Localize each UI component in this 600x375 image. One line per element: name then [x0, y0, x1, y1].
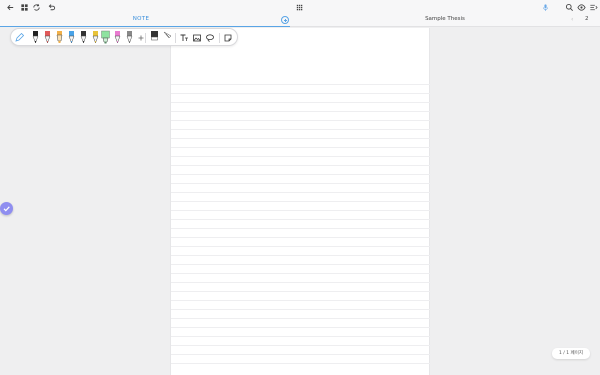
divider	[145, 33, 146, 43]
pen-black-2-tool[interactable]	[79, 30, 88, 45]
marker-yellow-tool[interactable]	[91, 30, 100, 45]
image-tool-icon[interactable]	[192, 33, 202, 43]
lasso-select-icon[interactable]	[205, 33, 215, 43]
eraser-tool[interactable]	[150, 30, 159, 45]
tab-document[interactable]: Sample Thesis ‹ 2	[290, 14, 600, 27]
floating-check-button[interactable]	[0, 202, 13, 215]
back-arrow-icon[interactable]	[5, 2, 15, 12]
divider	[175, 33, 176, 43]
chevron-left-icon[interactable]: ‹	[571, 16, 573, 23]
tab-note[interactable]: NOTE	[0, 14, 290, 27]
pen-red-tool[interactable]	[43, 30, 52, 45]
document-title: Sample Thesis	[425, 16, 465, 22]
page-indicator: 1 / 1 페이지	[552, 348, 590, 359]
pen-mode-icon[interactable]	[14, 33, 24, 43]
undo-icon[interactable]	[46, 2, 56, 12]
apps-icon[interactable]	[294, 2, 304, 12]
tab-note-label: NOTE	[132, 16, 150, 22]
highlighter-orange-tool[interactable]	[55, 30, 64, 45]
pen-black-tool[interactable]	[31, 30, 40, 45]
marker-blue-tool[interactable]	[67, 30, 76, 45]
tool-palette	[10, 28, 238, 46]
document-page-number: 2	[585, 16, 589, 22]
lasso-eraser-tool[interactable]	[163, 30, 172, 45]
mic-icon[interactable]	[540, 2, 550, 12]
search-icon[interactable]	[564, 2, 574, 12]
top-app-bar	[0, 0, 600, 14]
ruled-lines	[171, 76, 431, 375]
pen-gray-tool[interactable]	[125, 30, 134, 45]
sticky-note-icon[interactable]	[223, 33, 233, 43]
text-tool-icon[interactable]	[179, 33, 189, 43]
note-page[interactable]	[170, 28, 431, 375]
eye-icon[interactable]	[576, 2, 586, 12]
divider	[219, 33, 220, 43]
highlighter-green-tool[interactable]	[101, 30, 110, 45]
grid-icon[interactable]	[19, 2, 29, 12]
menu-icon[interactable]	[588, 2, 598, 12]
marker-pink-tool[interactable]	[113, 30, 122, 45]
check-icon	[3, 206, 10, 212]
tab-strip: NOTE Sample Thesis ‹ 2	[0, 14, 600, 27]
add-note-icon[interactable]	[281, 16, 289, 24]
sync-icon[interactable]	[31, 2, 41, 12]
